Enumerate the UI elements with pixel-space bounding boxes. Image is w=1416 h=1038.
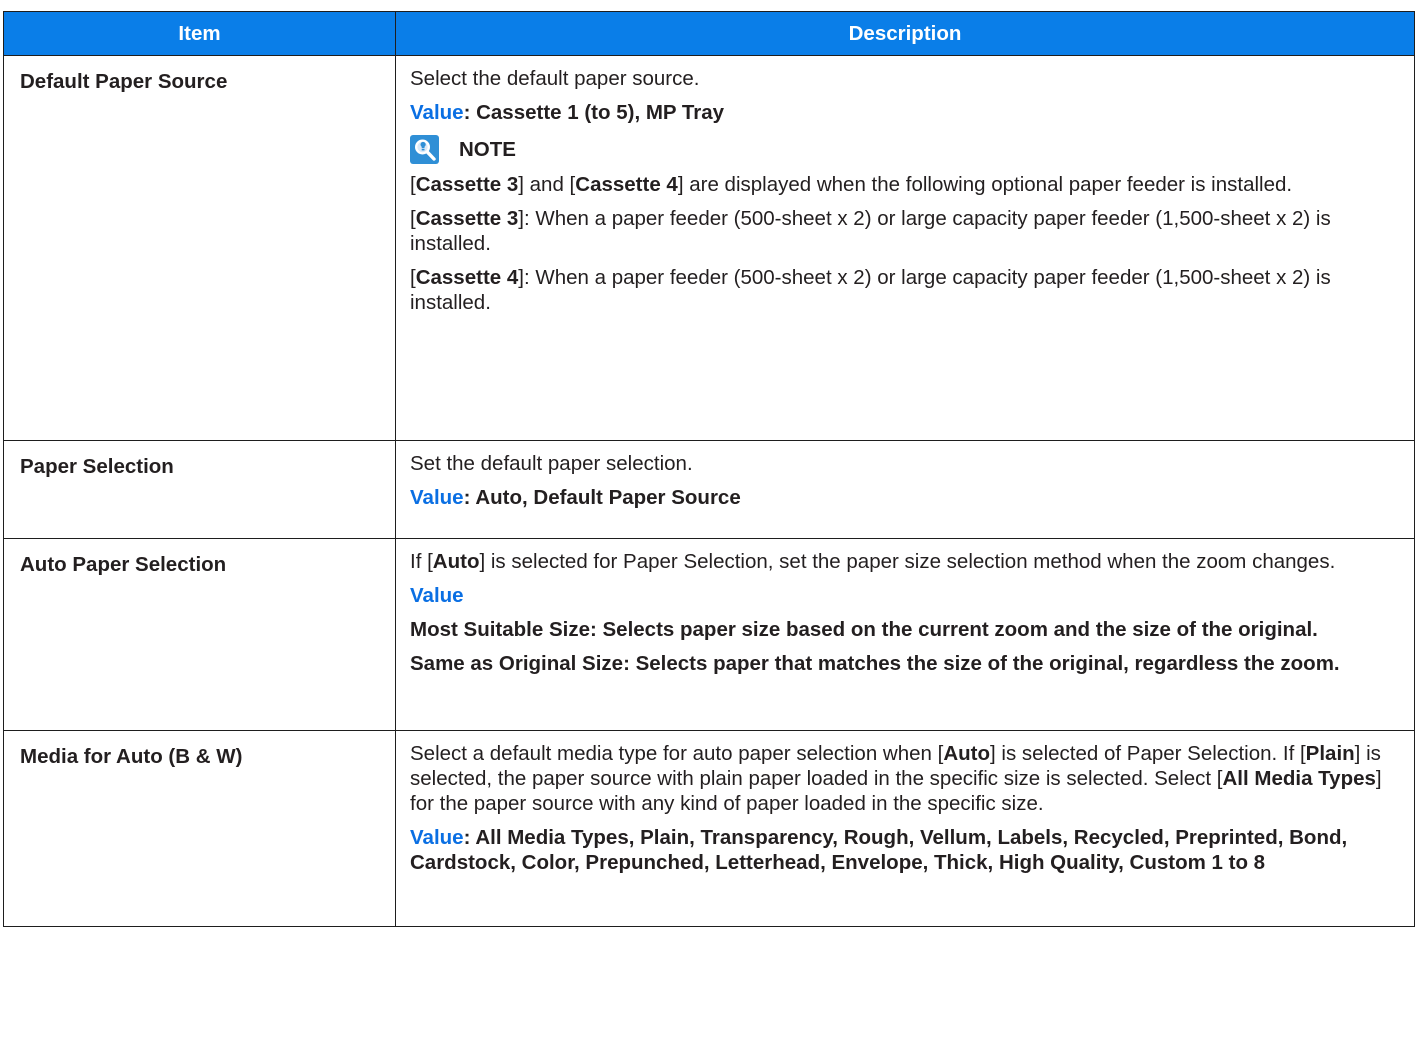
description-text: Select a default media type for auto pap… [410,742,1382,815]
value-label: Value [410,584,464,607]
value-text: : Auto, Default Paper Source [463,486,741,509]
value-text: : Cassette 1 (to 5), MP Tray [463,101,725,124]
value-line: Value: All Media Types, Plain, Transpare… [410,825,1396,875]
table-row: Media for Auto (B & W) Select a default … [3,730,1415,927]
value-text: : All Media Types, Plain, Transparency, … [410,826,1348,874]
description-cell: Set the default paper selection. Value: … [395,440,1415,539]
table-header-row: Item Description [3,11,1415,56]
table-row: Auto Paper Selection If [Auto] is select… [3,538,1415,731]
description-cell: Select a default media type for auto pap… [395,730,1415,927]
header-description: Description [395,11,1415,56]
note-heading: NOTE [410,134,1396,164]
description-cell: Select the default paper source. Value: … [395,55,1415,441]
value-label: Value [410,826,464,849]
note-label: NOTE [459,137,516,161]
value-line: Value: Auto, Default Paper Source [410,485,1396,510]
value-line: Value: Cassette 1 (to 5), MP Tray [410,100,1396,125]
item-name: Media for Auto (B & W) [3,730,396,927]
note-text-2: [Cassette 3]: When a paper feeder (500-s… [410,207,1331,255]
note-text-3: [Cassette 4]: When a paper feeder (500-s… [410,266,1331,314]
lightbulb-magnifier-icon [410,134,439,164]
table-row: Default Paper Source Select the default … [3,55,1415,441]
description-cell: If [Auto] is selected for Paper Selectio… [395,538,1415,731]
item-name: Auto Paper Selection [3,538,396,731]
settings-table: Item Description Default Paper Source Se… [3,11,1415,927]
description-text: Select the default paper source. [410,67,700,90]
description-text: Set the default paper selection. [410,452,693,475]
value-label: Value [410,101,464,124]
value-option: Most Suitable Size: Selects paper size b… [410,618,1318,641]
item-name: Default Paper Source [3,55,396,441]
value-option: Same as Original Size: Selects paper tha… [410,652,1340,675]
description-text: If [Auto] is selected for Paper Selectio… [410,550,1336,573]
item-name: Paper Selection [3,440,396,539]
table-row: Paper Selection Set the default paper se… [3,440,1415,539]
value-label: Value [410,486,464,509]
note-text-1: [Cassette 3] and [Cassette 4] are displa… [410,173,1293,196]
header-item: Item [3,11,396,56]
